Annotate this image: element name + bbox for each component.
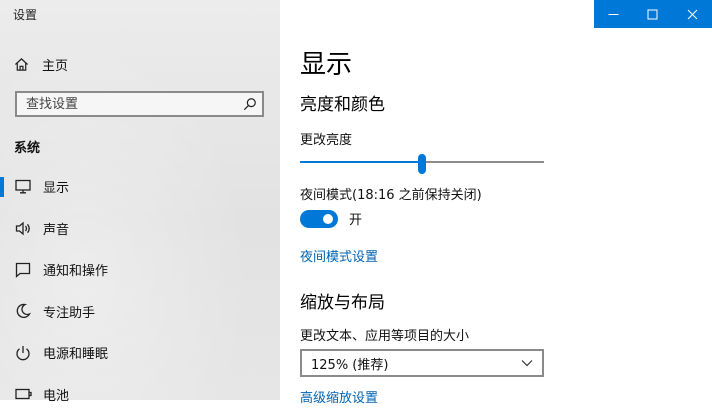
brightness-slider[interactable]	[300, 154, 544, 170]
sidebar-item-battery[interactable]: 电池	[0, 374, 280, 415]
monitor-icon	[15, 179, 33, 194]
night-light-settings-link[interactable]: 夜间模式设置	[300, 246, 378, 265]
sidebar-section-title: 系统	[14, 137, 40, 156]
slider-fill	[300, 161, 422, 163]
search-box[interactable]	[15, 91, 264, 117]
speaker-icon	[15, 221, 33, 236]
sidebar-item-label: 主页	[42, 55, 68, 74]
home-icon	[14, 57, 32, 72]
notification-icon	[15, 262, 33, 278]
page-title: 显示	[300, 44, 352, 81]
window-controls	[594, 0, 712, 28]
sidebar-item-sound[interactable]: 声音	[0, 208, 280, 250]
sidebar-item-label: 电源和睡眠	[43, 343, 108, 362]
search-input[interactable]	[17, 94, 238, 114]
chevron-down-icon	[521, 359, 533, 367]
slider-thumb[interactable]	[418, 154, 426, 174]
content-pane: 显示 亮度和颜色 更改亮度 夜间模式(18:16 之前保持关闭) 开 夜间模式设…	[280, 0, 712, 400]
advanced-scaling-link[interactable]: 高级缩放设置	[300, 387, 378, 406]
dropdown-value: 125% (推荐)	[311, 354, 388, 373]
sidebar-item-label: 声音	[43, 219, 69, 238]
night-light-label: 夜间模式(18:16 之前保持关闭)	[300, 184, 482, 203]
brightness-label: 更改亮度	[300, 129, 352, 148]
night-light-toggle-row: 开	[300, 209, 362, 228]
close-icon	[687, 9, 698, 20]
power-icon	[15, 345, 33, 361]
minimize-icon	[608, 9, 619, 20]
toggle-state-label: 开	[349, 209, 362, 228]
minimize-button[interactable]	[594, 0, 633, 28]
sidebar-item-label: 电池	[43, 385, 69, 404]
sidebar-item-notifications[interactable]: 通知和操作	[0, 249, 280, 291]
search-icon[interactable]	[238, 97, 262, 111]
battery-icon	[15, 388, 33, 400]
scale-layout-heading: 缩放与布局	[300, 288, 385, 313]
sidebar-item-power-sleep[interactable]: 电源和睡眠	[0, 332, 280, 374]
sidebar-nav: 显示 声音 通知和操作 专注助手	[0, 166, 280, 415]
sidebar-item-display[interactable]: 显示	[0, 166, 280, 208]
night-light-toggle[interactable]	[300, 210, 338, 228]
sidebar-item-label: 显示	[43, 177, 69, 196]
sidebar-item-focus-assist[interactable]: 专注助手	[0, 291, 280, 333]
text-size-label: 更改文本、应用等项目的大小	[300, 325, 469, 344]
sidebar-item-label: 通知和操作	[43, 260, 108, 279]
close-button[interactable]	[673, 0, 712, 28]
toggle-knob	[323, 214, 333, 224]
brightness-color-heading: 亮度和颜色	[300, 90, 385, 115]
maximize-icon	[647, 9, 658, 20]
sidebar-item-home[interactable]: 主页	[14, 55, 68, 73]
maximize-button[interactable]	[633, 0, 672, 28]
app-title: 设置	[13, 6, 37, 23]
sidebar: 设置 主页 系统 显示	[0, 0, 280, 400]
sidebar-item-label: 专注助手	[43, 302, 95, 321]
scale-dropdown[interactable]: 125% (推荐)	[300, 349, 544, 377]
moon-icon	[15, 303, 33, 319]
